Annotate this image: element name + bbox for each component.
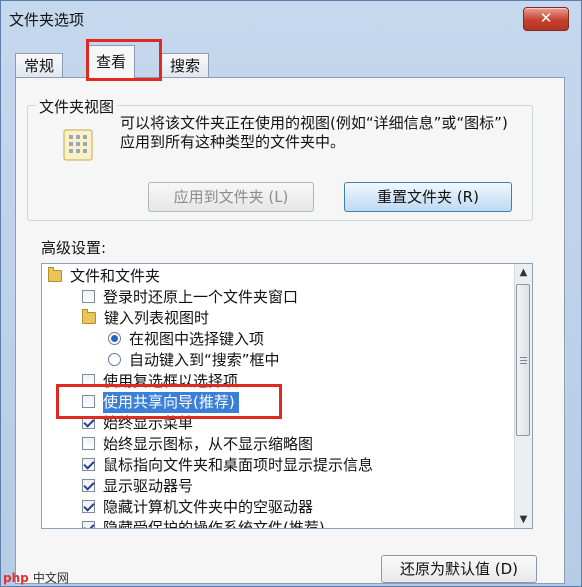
folder-view-description: 可以将该文件夹正在使用的视图(例如“详细信息”或“图标”)应用到所有这种类型的文… [120, 114, 508, 151]
tree-folder-files: 文件和文件夹 [48, 266, 160, 287]
radio-button[interactable] [108, 332, 121, 345]
option-hide-empty-drives[interactable]: 隐藏计算机文件夹中的空驱动器 [82, 497, 313, 518]
reset-folders-button[interactable]: 重置文件夹 (R) [344, 182, 512, 212]
tab-highlight-box [86, 39, 162, 81]
sharing-wizard-highlight-box [56, 384, 282, 419]
window-title: 文件夹选项 [9, 11, 85, 29]
grip-icon [520, 357, 527, 358]
restore-defaults-button[interactable]: 还原为默认值 (D) [381, 555, 537, 583]
scroll-thumb[interactable] [516, 284, 530, 436]
folder-view-group: 文件夹视图 可以将该文件夹正在使用的视图(例如“详细信息”或“图标”)应用到所有… [27, 96, 533, 221]
vertical-scrollbar[interactable]: ▲ ▼ [514, 264, 532, 528]
scroll-down-arrow-icon[interactable]: ▼ [515, 511, 532, 528]
checkbox[interactable] [82, 290, 95, 303]
close-button[interactable]: ✕ [523, 7, 569, 31]
folder-view-label: 文件夹视图 [36, 96, 118, 117]
folder-options-dialog: 文件夹选项 ✕ 常规 查看 搜索 查看 文件夹视图 可以将该文件夹正在使用的视图… [0, 0, 582, 587]
option-show-popup-info[interactable]: 鼠标指向文件夹和桌面项时显示提示信息 [82, 455, 373, 476]
radio-button[interactable] [108, 353, 121, 366]
tab-general[interactable]: 常规 [15, 53, 64, 78]
checkbox[interactable] [82, 500, 95, 513]
checkbox[interactable] [82, 437, 95, 450]
option-hide-os-files[interactable]: 隐藏受保护的操作系统文件(推荐) [82, 518, 325, 528]
scroll-up-arrow-icon[interactable]: ▲ [515, 264, 532, 281]
tree-folder-typing: 键入列表视图时 [82, 308, 209, 329]
option-always-show-icons[interactable]: 始终显示图标，从不显示缩略图 [82, 434, 313, 455]
watermark-logo: php 中文网 [3, 571, 69, 585]
checkbox[interactable] [82, 521, 95, 528]
apply-to-folders-button[interactable]: 应用到文件夹 (L) [148, 182, 314, 212]
option-type-into-search[interactable]: 自动键入到“搜索”框中 [108, 350, 280, 371]
folder-view-icon [63, 129, 93, 161]
advanced-settings-label: 高级设置: [41, 239, 107, 257]
option-select-typed-item[interactable]: 在视图中选择键入项 [108, 329, 264, 350]
option-show-drive-letters[interactable]: 显示驱动器号 [82, 476, 193, 497]
folder-icon [82, 308, 96, 324]
option-restore-windows[interactable]: 登录时还原上一个文件夹窗口 [82, 287, 298, 308]
checkbox[interactable] [82, 479, 95, 492]
checkbox[interactable] [82, 458, 95, 471]
folder-icon [48, 266, 62, 282]
tab-search[interactable]: 搜索 [161, 53, 210, 78]
